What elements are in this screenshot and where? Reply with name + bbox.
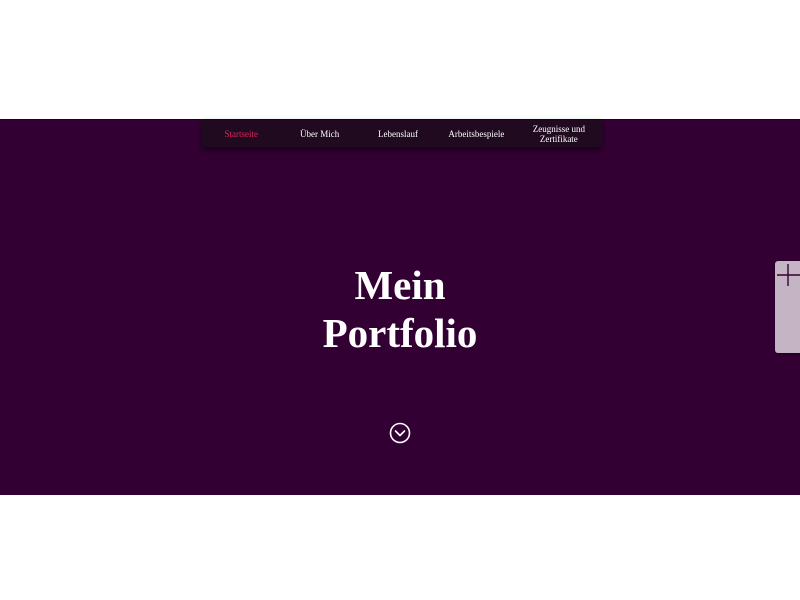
nav-item-arbeitsbespiele[interactable]: Arbeitsbespiele: [437, 129, 515, 139]
chevron-down-circle-icon: [389, 422, 411, 444]
scroll-down-button[interactable]: [389, 422, 411, 444]
title-line-2: Portfolio: [322, 310, 478, 356]
side-expand-tab[interactable]: [775, 261, 800, 353]
hero-section: Startseite Über Mich Lebenslauf Arbeitsb…: [0, 119, 800, 495]
page-title: Mein Portfolio: [0, 261, 800, 357]
nav-item-lebenslauf[interactable]: Lebenslauf: [359, 129, 437, 139]
nav-item-zeugnisse[interactable]: Zeugnisse und Zertifikate: [516, 124, 602, 144]
main-navbar: Startseite Über Mich Lebenslauf Arbeitsb…: [202, 120, 602, 147]
plus-icon: [777, 264, 800, 286]
title-line-1: Mein: [354, 262, 446, 308]
nav-item-startseite[interactable]: Startseite: [202, 129, 280, 139]
nav-item-ueber-mich[interactable]: Über Mich: [280, 129, 358, 139]
